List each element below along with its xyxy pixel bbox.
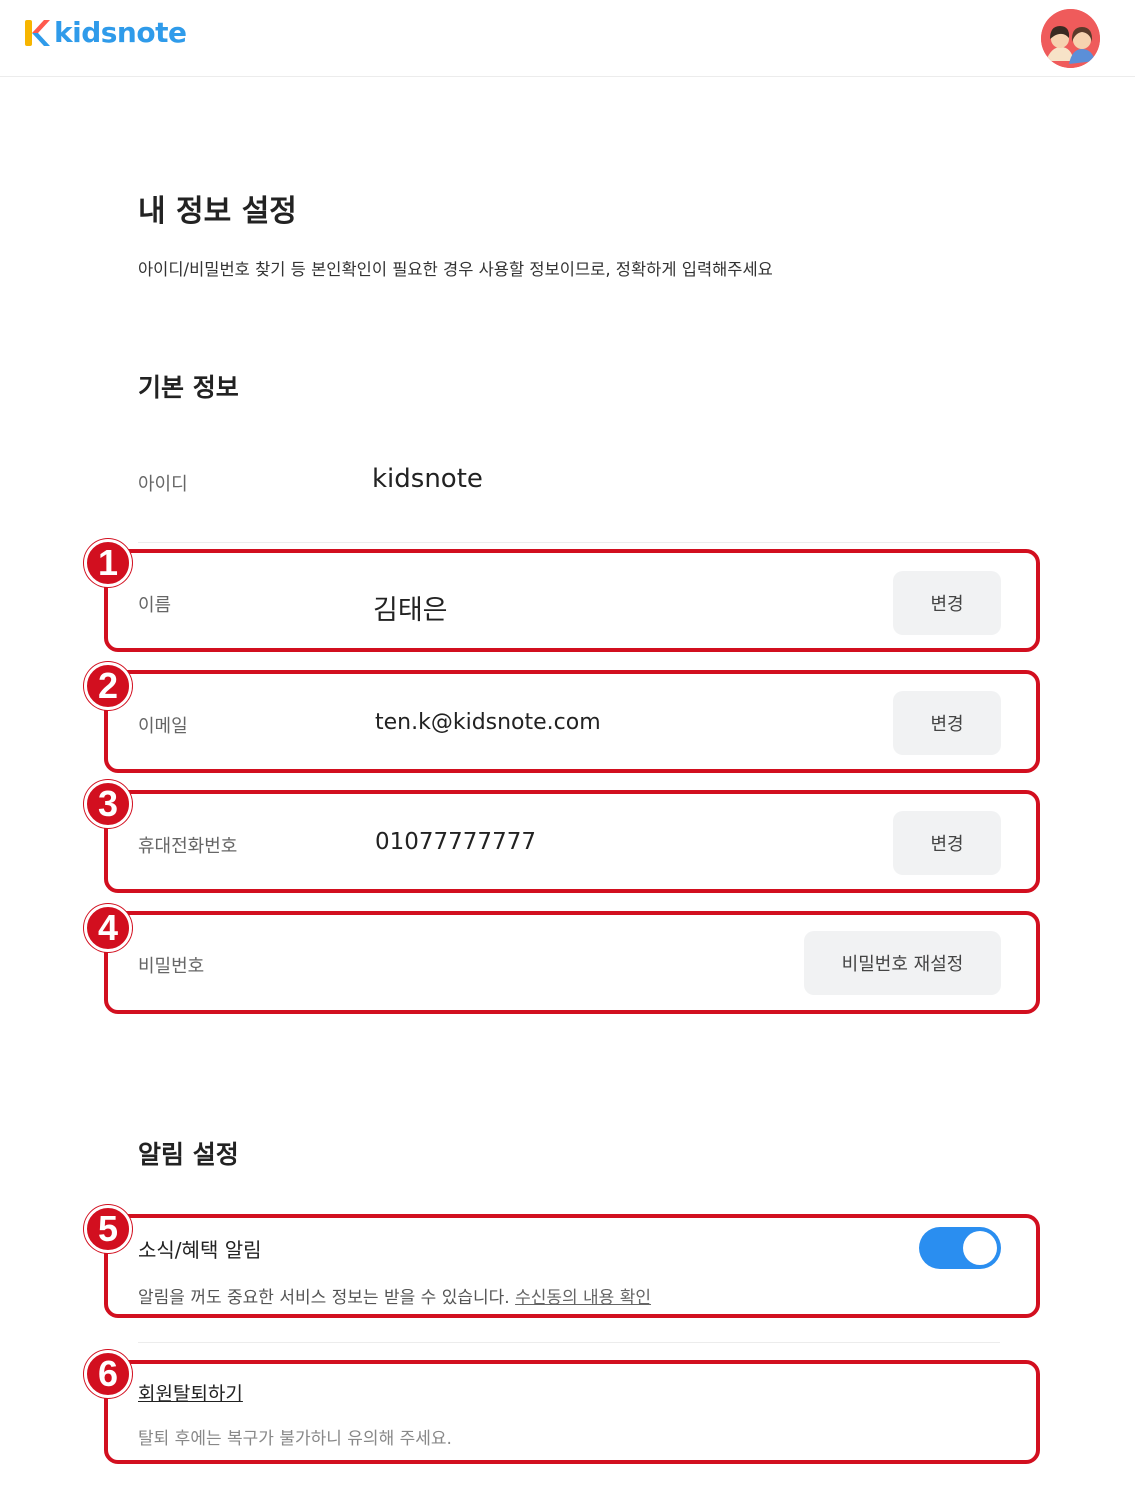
- annotation-badge-6: 6: [84, 1350, 132, 1398]
- divider: [138, 542, 1000, 543]
- highlight-box-phone: [104, 790, 1040, 893]
- notification-settings-title: 알림 설정: [138, 1140, 239, 1169]
- annotation-badge-1: 1: [84, 539, 132, 587]
- page-title: 내 정보 설정: [138, 194, 297, 229]
- logo-text: kidsnote: [54, 16, 187, 49]
- top-bar: kidsnote: [0, 0, 1135, 77]
- kidsnote-k-logo-icon: [25, 19, 50, 46]
- annotation-badge-2: 2: [84, 662, 132, 710]
- basic-info-title: 기본 정보: [138, 373, 239, 402]
- highlight-box-name: [104, 549, 1040, 652]
- highlight-box-email: [104, 670, 1040, 773]
- page-description: 아이디/비밀번호 찾기 등 본인확인이 필요한 경우 사용할 정보이므로, 정확…: [138, 260, 773, 279]
- annotation-badge-5: 5: [84, 1205, 132, 1253]
- id-label: 아이디: [138, 474, 188, 495]
- annotation-badge-4: 4: [84, 904, 132, 952]
- highlight-box-withdraw: [104, 1360, 1040, 1464]
- annotation-badge-3: 3: [84, 780, 132, 828]
- id-value: kidsnote: [372, 464, 483, 494]
- divider: [138, 1342, 1000, 1343]
- highlight-box-notification: [104, 1214, 1040, 1318]
- kidsnote-logo[interactable]: kidsnote: [24, 16, 187, 49]
- family-avatar-icon[interactable]: [1041, 9, 1100, 68]
- highlight-box-password: [104, 911, 1040, 1014]
- avatar-illustration: [1041, 9, 1100, 68]
